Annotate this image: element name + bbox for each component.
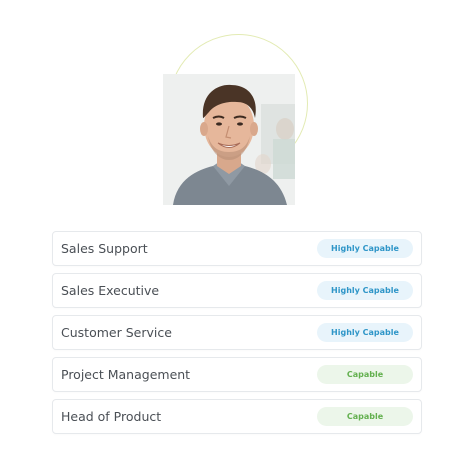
skill-label: Customer Service (61, 325, 172, 340)
list-item: Head of Product Capable (52, 399, 422, 434)
skill-label: Sales Executive (61, 283, 160, 298)
profile-photo (163, 74, 295, 205)
skills-list: Sales Support Highly Capable Sales Executi… (52, 231, 422, 441)
capability-badge: Highly Capable (317, 323, 413, 342)
list-item: Project Management Capable (52, 357, 422, 392)
list-item: Customer Service Highly Capable (52, 315, 422, 350)
capability-badge: Highly Capable (317, 281, 413, 300)
capability-badge: Capable (317, 365, 413, 384)
list-item: Sales Executive Highly Capable (52, 273, 422, 308)
capability-badge: Capable (317, 407, 413, 426)
skill-label: Head of Product (61, 409, 162, 424)
skills-card: Sales Support Highly Capable Sales Executi… (0, 0, 474, 474)
list-item: Sales Support Highly Capable (52, 231, 422, 266)
skill-label: Sales Support (61, 241, 148, 256)
person-portrait-icon (163, 74, 295, 205)
skill-label: Project Management (61, 367, 191, 382)
capability-badge: Highly Capable (317, 239, 413, 258)
